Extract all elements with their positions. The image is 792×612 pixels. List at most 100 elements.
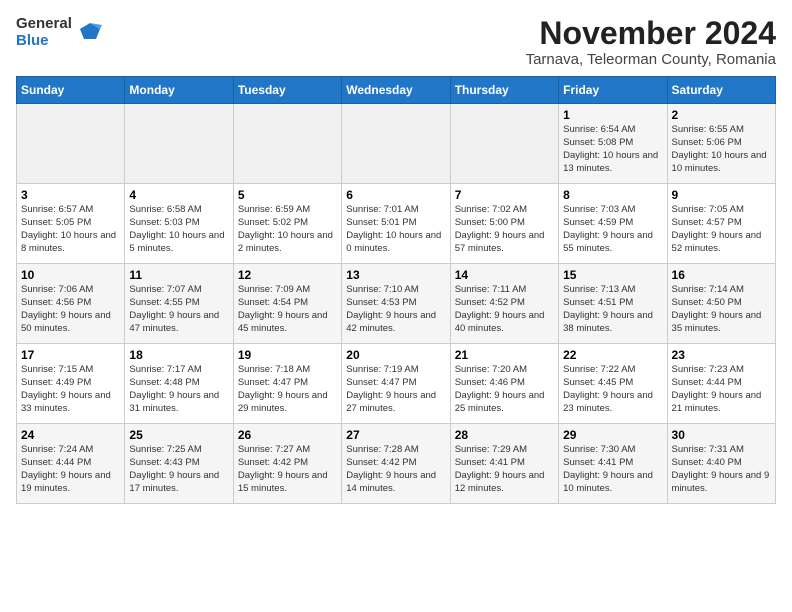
logo: General Blue bbox=[16, 16, 104, 49]
logo-text: General Blue bbox=[16, 16, 72, 49]
day-number: 29 bbox=[563, 428, 662, 442]
logo-general: General bbox=[16, 16, 72, 33]
day-cell: 26Sunrise: 7:27 AMSunset: 4:42 PMDayligh… bbox=[233, 424, 341, 504]
day-number: 28 bbox=[455, 428, 554, 442]
day-cell: 7 Sunrise: 7:02 AMSunset: 5:00 PMDaylight… bbox=[450, 184, 558, 264]
day-cell: 17Sunrise: 7:15 AMSunset: 4:49 PMDayligh… bbox=[17, 344, 125, 424]
day-cell: 29 Sunrise: 7:30 AMSunset: 4:41 PMDayligh… bbox=[559, 424, 667, 504]
day-number: 21 bbox=[455, 348, 554, 362]
day-number: 22 bbox=[563, 348, 662, 362]
day-cell: 20 Sunrise: 7:19 AMSunset: 4:47 PMDayligh… bbox=[342, 344, 450, 424]
day-number: 19 bbox=[238, 348, 337, 362]
day-info: Sunrise: 6:59 AMSunset: 5:02 PMDaylight:… bbox=[238, 204, 337, 255]
day-info: Sunrise: 6:55 AMSunset: 5:06 PMDaylight:… bbox=[672, 124, 771, 175]
col-header-tuesday: Tuesday bbox=[233, 77, 341, 104]
day-number: 20 bbox=[346, 348, 445, 362]
day-number: 27 bbox=[346, 428, 445, 442]
week-row-5: 24 Sunrise: 7:24 AMSunset: 4:44 PMDayligh… bbox=[17, 424, 776, 504]
day-info: Sunrise: 7:06 AMSunset: 4:56 PMDaylight:… bbox=[21, 284, 120, 335]
day-info: Sunrise: 7:30 AMSunset: 4:41 PMDaylight:… bbox=[563, 444, 662, 495]
day-cell: 30 Sunrise: 7:31 AMSunset: 4:40 PMDayligh… bbox=[667, 424, 775, 504]
day-cell bbox=[233, 104, 341, 184]
day-info: Sunrise: 7:20 AMSunset: 4:46 PMDaylight:… bbox=[455, 364, 554, 415]
day-number: 8 bbox=[563, 188, 662, 202]
week-row-3: 10 Sunrise: 7:06 AMSunset: 4:56 PMDayligh… bbox=[17, 264, 776, 344]
day-cell: 8 Sunrise: 7:03 AMSunset: 4:59 PMDaylight… bbox=[559, 184, 667, 264]
day-info: Sunrise: 7:09 AMSunset: 4:54 PMDaylight:… bbox=[238, 284, 337, 335]
day-cell: 10 Sunrise: 7:06 AMSunset: 4:56 PMDayligh… bbox=[17, 264, 125, 344]
day-cell: 15 Sunrise: 7:13 AMSunset: 4:51 PMDayligh… bbox=[559, 264, 667, 344]
day-info: Sunrise: 7:03 AMSunset: 4:59 PMDaylight:… bbox=[563, 204, 662, 255]
day-info: Sunrise: 7:19 AMSunset: 4:47 PMDaylight:… bbox=[346, 364, 445, 415]
day-info: Sunrise: 7:23 AMSunset: 4:44 PMDaylight:… bbox=[672, 364, 771, 415]
week-row-2: 3 Sunrise: 6:57 AMSunset: 5:05 PMDaylight… bbox=[17, 184, 776, 264]
day-number: 15 bbox=[563, 268, 662, 282]
day-info: Sunrise: 7:31 AMSunset: 4:40 PMDaylight:… bbox=[672, 444, 771, 495]
day-info: Sunrise: 6:57 AMSunset: 5:05 PMDaylight:… bbox=[21, 204, 120, 255]
day-info: Sunrise: 7:02 AMSunset: 5:00 PMDaylight:… bbox=[455, 204, 554, 255]
day-cell: 4 Sunrise: 6:58 AMSunset: 5:03 PMDaylight… bbox=[125, 184, 233, 264]
day-info: Sunrise: 7:25 AMSunset: 4:43 PMDaylight:… bbox=[129, 444, 228, 495]
day-cell: 16Sunrise: 7:14 AMSunset: 4:50 PMDayligh… bbox=[667, 264, 775, 344]
day-info: Sunrise: 6:54 AMSunset: 5:08 PMDaylight:… bbox=[563, 124, 662, 175]
day-cell bbox=[450, 104, 558, 184]
day-info: Sunrise: 7:29 AMSunset: 4:41 PMDaylight:… bbox=[455, 444, 554, 495]
day-number: 4 bbox=[129, 188, 228, 202]
day-cell: 28 Sunrise: 7:29 AMSunset: 4:41 PMDayligh… bbox=[450, 424, 558, 504]
day-info: Sunrise: 7:01 AMSunset: 5:01 PMDaylight:… bbox=[346, 204, 445, 255]
day-number: 6 bbox=[346, 188, 445, 202]
day-info: Sunrise: 7:22 AMSunset: 4:45 PMDaylight:… bbox=[563, 364, 662, 415]
day-cell bbox=[125, 104, 233, 184]
day-cell: 23 Sunrise: 7:23 AMSunset: 4:44 PMDayligh… bbox=[667, 344, 775, 424]
day-number: 17 bbox=[21, 348, 120, 362]
day-cell: 13 Sunrise: 7:10 AMSunset: 4:53 PMDayligh… bbox=[342, 264, 450, 344]
day-cell: 18Sunrise: 7:17 AMSunset: 4:48 PMDayligh… bbox=[125, 344, 233, 424]
day-info: Sunrise: 7:24 AMSunset: 4:44 PMDaylight:… bbox=[21, 444, 120, 495]
day-number: 25 bbox=[129, 428, 228, 442]
col-header-wednesday: Wednesday bbox=[342, 77, 450, 104]
col-header-friday: Friday bbox=[559, 77, 667, 104]
day-cell: 12 Sunrise: 7:09 AMSunset: 4:54 PMDayligh… bbox=[233, 264, 341, 344]
day-info: Sunrise: 7:13 AMSunset: 4:51 PMDaylight:… bbox=[563, 284, 662, 335]
day-number: 14 bbox=[455, 268, 554, 282]
day-cell: 5 Sunrise: 6:59 AMSunset: 5:02 PMDaylight… bbox=[233, 184, 341, 264]
logo-icon bbox=[76, 19, 104, 47]
col-header-saturday: Saturday bbox=[667, 77, 775, 104]
day-number: 9 bbox=[672, 188, 771, 202]
day-info: Sunrise: 6:58 AMSunset: 5:03 PMDaylight:… bbox=[129, 204, 228, 255]
day-info: Sunrise: 7:28 AMSunset: 4:42 PMDaylight:… bbox=[346, 444, 445, 495]
day-info: Sunrise: 7:14 AMSunset: 4:50 PMDaylight:… bbox=[672, 284, 771, 335]
day-number: 13 bbox=[346, 268, 445, 282]
header-row: SundayMondayTuesdayWednesdayThursdayFrid… bbox=[17, 77, 776, 104]
day-cell: 14Sunrise: 7:11 AMSunset: 4:52 PMDayligh… bbox=[450, 264, 558, 344]
day-number: 7 bbox=[455, 188, 554, 202]
day-cell: 11Sunrise: 7:07 AMSunset: 4:55 PMDayligh… bbox=[125, 264, 233, 344]
day-cell: 19Sunrise: 7:18 AMSunset: 4:47 PMDayligh… bbox=[233, 344, 341, 424]
subtitle: Tarnava, Teleorman County, Romania bbox=[526, 51, 776, 68]
day-cell: 24 Sunrise: 7:24 AMSunset: 4:44 PMDayligh… bbox=[17, 424, 125, 504]
day-cell: 22 Sunrise: 7:22 AMSunset: 4:45 PMDayligh… bbox=[559, 344, 667, 424]
day-cell: 3 Sunrise: 6:57 AMSunset: 5:05 PMDaylight… bbox=[17, 184, 125, 264]
day-cell: 1Sunrise: 6:54 AMSunset: 5:08 PMDaylight… bbox=[559, 104, 667, 184]
day-cell bbox=[17, 104, 125, 184]
calendar-table: SundayMondayTuesdayWednesdayThursdayFrid… bbox=[16, 76, 776, 504]
day-number: 30 bbox=[672, 428, 771, 442]
title-block: November 2024 Tarnava, Teleorman County,… bbox=[526, 16, 776, 68]
col-header-thursday: Thursday bbox=[450, 77, 558, 104]
day-cell: 27 Sunrise: 7:28 AMSunset: 4:42 PMDayligh… bbox=[342, 424, 450, 504]
day-info: Sunrise: 7:10 AMSunset: 4:53 PMDaylight:… bbox=[346, 284, 445, 335]
day-number: 3 bbox=[21, 188, 120, 202]
day-cell: 6 Sunrise: 7:01 AMSunset: 5:01 PMDaylight… bbox=[342, 184, 450, 264]
day-number: 24 bbox=[21, 428, 120, 442]
day-number: 2 bbox=[672, 108, 771, 122]
day-number: 5 bbox=[238, 188, 337, 202]
col-header-monday: Monday bbox=[125, 77, 233, 104]
day-number: 12 bbox=[238, 268, 337, 282]
day-cell: 2 Sunrise: 6:55 AMSunset: 5:06 PMDaylight… bbox=[667, 104, 775, 184]
day-info: Sunrise: 7:27 AMSunset: 4:42 PMDaylight:… bbox=[238, 444, 337, 495]
day-number: 23 bbox=[672, 348, 771, 362]
day-number: 10 bbox=[21, 268, 120, 282]
day-cell: 25 Sunrise: 7:25 AMSunset: 4:43 PMDayligh… bbox=[125, 424, 233, 504]
col-header-sunday: Sunday bbox=[17, 77, 125, 104]
day-number: 18 bbox=[129, 348, 228, 362]
